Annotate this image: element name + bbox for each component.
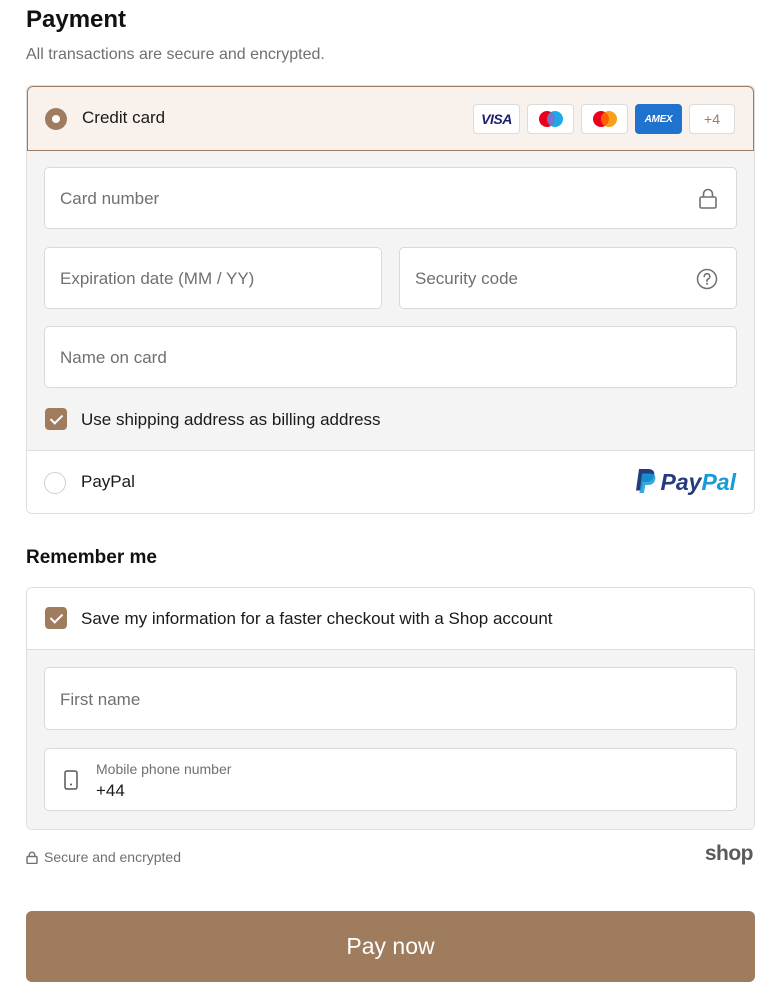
shop-account-form: First name Mobile phone number +44 (27, 650, 754, 829)
billing-address-checkbox[interactable] (45, 408, 67, 430)
shop-logo: shop (704, 842, 754, 865)
more-brands-badge: +4 (689, 104, 735, 134)
save-info-row[interactable]: Save my information for a faster checkou… (27, 588, 754, 650)
card-brand-icons: VISA AMEX +4 (473, 104, 735, 134)
credit-card-radio[interactable] (45, 108, 67, 130)
maestro-icon (527, 104, 574, 134)
paypal-radio[interactable] (44, 472, 66, 494)
paypal-option[interactable]: PayPal Pay Pal (27, 451, 754, 513)
credit-card-option[interactable]: Credit card VISA AMEX +4 (27, 86, 754, 151)
name-on-card-field[interactable]: Name on card (44, 326, 737, 388)
paypal-label: PayPal (81, 472, 135, 491)
mobile-phone-value: +44 (96, 781, 125, 800)
remember-me-box: Save my information for a faster checkou… (26, 587, 755, 830)
visa-icon: VISA (473, 104, 520, 134)
paypal-p-icon (635, 469, 655, 493)
card-number-field[interactable]: Card number (44, 167, 737, 229)
help-circle-icon[interactable] (696, 268, 718, 295)
payment-subtitle: All transactions are secure and encrypte… (26, 46, 325, 63)
save-info-checkbox[interactable] (45, 607, 67, 629)
expiration-date-field[interactable]: Expiration date (MM / YY) (44, 247, 382, 309)
lock-icon (698, 188, 718, 215)
paypal-logo: Pay Pal (633, 468, 736, 496)
payment-methods: Credit card VISA AMEX +4 Card number Exp… (26, 85, 755, 514)
billing-address-label: Use shipping address as billing address (81, 410, 381, 429)
amex-icon: AMEX (635, 104, 682, 134)
credit-card-label: Credit card (82, 108, 166, 127)
first-name-field[interactable]: First name (44, 667, 737, 730)
remember-me-title: Remember me (26, 547, 157, 568)
mobile-phone-label: Mobile phone number (96, 761, 232, 777)
small-lock-icon (26, 851, 38, 864)
credit-card-form: Card number Expiration date (MM / YY) Se… (27, 151, 754, 451)
save-info-label: Save my information for a faster checkou… (81, 609, 553, 628)
security-code-field[interactable]: Security code (399, 247, 737, 309)
mastercard-icon (581, 104, 628, 134)
mobile-phone-icon (64, 770, 78, 795)
pay-now-button[interactable]: Pay now (26, 911, 755, 982)
mobile-phone-field[interactable]: Mobile phone number +44 (44, 748, 737, 811)
payment-title: Payment (26, 6, 127, 33)
secure-note: Secure and encrypted (26, 849, 181, 865)
